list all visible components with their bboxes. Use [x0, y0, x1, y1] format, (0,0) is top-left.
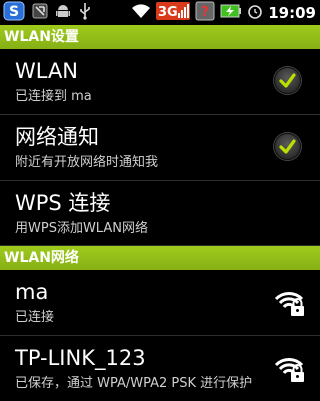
alarm-clock-icon — [247, 3, 263, 23]
wlan-networks-header: WLAN网络 — [0, 246, 320, 270]
wlan-subtitle: 已连接到 ma — [15, 89, 92, 104]
missed-call-icon — [32, 3, 48, 23]
status-bar: S 3G ? 19:09 — [0, 0, 320, 25]
network-item-tp-link[interactable]: TP-LINK_123 已保存，通过 WPA/WPA2 PSK 进行保护 — [0, 336, 320, 401]
svg-text:?: ? — [201, 5, 209, 20]
usb-icon — [78, 2, 92, 24]
network-status: 已连接 — [15, 310, 55, 325]
network-status: 已保存，通过 WPA/WPA2 PSK 进行保护 — [15, 376, 253, 391]
wifi-lock-icon — [274, 287, 306, 321]
wps-subtitle: 用WPS添加WLAN网络 — [15, 221, 148, 236]
network-ssid: TP-LINK_123 — [15, 346, 146, 370]
network-ssid: ma — [15, 280, 49, 304]
network-notification-title: 网络通知 — [15, 125, 99, 149]
android-debug-icon — [55, 3, 71, 23]
network-notification-checkbox[interactable] — [274, 133, 301, 160]
wlan-settings-header: WLAN设置 — [0, 25, 320, 49]
wifi-signal-icon — [131, 3, 151, 23]
network-item-ma[interactable]: ma 已连接 — [0, 270, 320, 336]
clock: 19:09 — [268, 3, 316, 22]
check-icon — [279, 73, 296, 88]
app-s-icon: S — [3, 1, 25, 25]
check-icon — [279, 139, 296, 154]
wps-connect-row[interactable]: WPS 连接 用WPS添加WLAN网络 — [0, 181, 320, 246]
wlan-checkbox[interactable] — [274, 67, 301, 94]
wlan-toggle-row[interactable]: WLAN 已连接到 ma — [0, 49, 320, 115]
3g-signal-icon: 3G — [156, 1, 191, 25]
svg-text:3G: 3G — [158, 5, 178, 20]
svg-text:S: S — [9, 4, 19, 20]
wifi-lock-icon — [274, 353, 306, 387]
network-notification-row[interactable]: 网络通知 附近有开放网络时通知我 — [0, 115, 320, 181]
network-notification-subtitle: 附近有开放网络时通知我 — [15, 155, 159, 170]
battery-charging-icon — [220, 3, 242, 23]
wps-title: WPS 连接 — [15, 191, 111, 215]
no-sim-icon: ? — [195, 1, 215, 25]
wlan-title: WLAN — [15, 59, 79, 83]
